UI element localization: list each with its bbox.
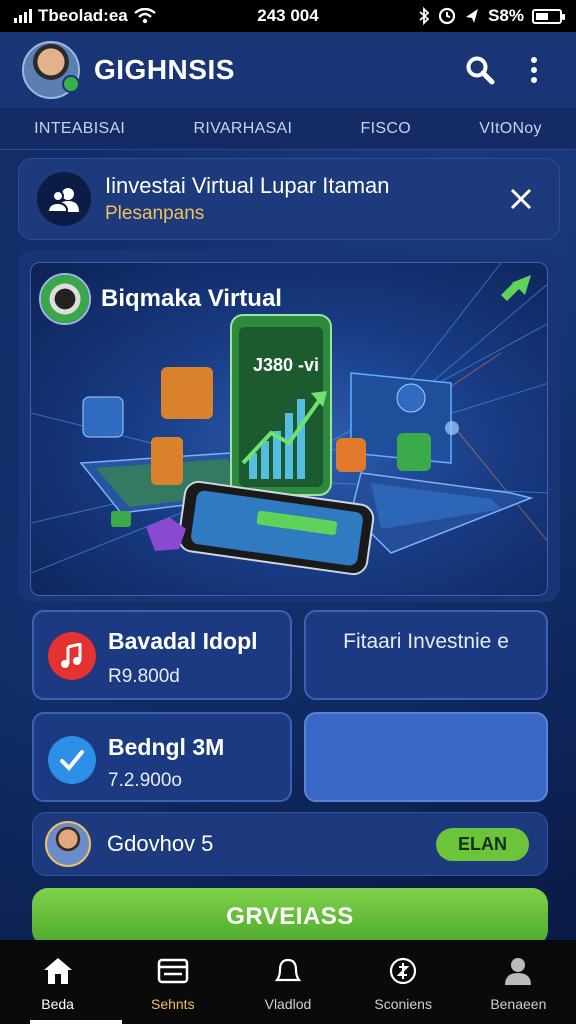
tab-rivarhasai[interactable]: RIVARHASAI: [194, 120, 293, 138]
search-icon: [466, 56, 495, 85]
profile-avatar: [45, 821, 91, 867]
bottom-nav: Beda Sehnts Vladlod Sconiens Benaeen: [0, 940, 576, 1024]
home-icon: [40, 954, 76, 988]
battery-icon: [532, 8, 565, 24]
stat-card-fitaari[interactable]: Fitaari Investnie e: [304, 610, 548, 700]
search-button[interactable]: [460, 50, 500, 90]
card-title: Bedngl 3M: [108, 734, 225, 760]
notice-text: Iinvestai Virtual Lupar Itaman Plesanpan…: [105, 173, 501, 225]
more-menu-button[interactable]: [514, 50, 554, 90]
nav-item-vladlod[interactable]: Vladlod: [233, 954, 343, 1012]
close-button[interactable]: [501, 179, 541, 219]
nav-item-benaeen[interactable]: Benaeen: [463, 954, 573, 1012]
hero-logo-icon: [39, 273, 91, 325]
hero-title: Biqmaka Virtual: [101, 285, 282, 312]
nav-item-sehnts[interactable]: Sehnts: [118, 954, 228, 1012]
nav-label: Beda: [41, 996, 74, 1012]
stat-card-empty[interactable]: [304, 712, 548, 802]
close-icon: [510, 188, 532, 210]
tab-vitonoy[interactable]: VItONoy: [479, 120, 542, 138]
card-icon: [155, 954, 191, 988]
more-vertical-icon: [531, 57, 537, 83]
wifi-icon: [134, 8, 156, 24]
status-right: S8%: [362, 6, 565, 26]
hero-illustration[interactable]: J380 -vi Biqmaka Virtual: [30, 262, 548, 596]
stat-card-bavadal[interactable]: Bavadal Idopl R9.800d: [32, 610, 292, 700]
phone-value: J380 -vi: [253, 355, 319, 375]
tab-bar: INTEABISAI RIVARHASAI FISCO VItONoy: [0, 108, 576, 150]
profile-name: Gdovhov 5: [107, 831, 214, 856]
app-header: GIGHNSIS: [0, 32, 576, 108]
notice-banner: Iinvestai Virtual Lupar Itaman Plesanpan…: [18, 158, 560, 240]
status-left: Tbeolad:ea: [14, 6, 214, 26]
nav-item-sconiens[interactable]: Sconiens: [348, 954, 458, 1012]
hero-panel: J380 -vi Biqmaka Virtual: [18, 250, 560, 602]
profile-row[interactable]: Gdovhov 5 ELAN: [32, 812, 548, 876]
notice-subtitle: Plesanpans: [105, 203, 205, 224]
status-bar: Tbeolad:ea 243 004 S8%: [0, 0, 576, 32]
nav-label: Benaeen: [490, 996, 547, 1012]
primary-cta-button[interactable]: GRVEIASS: [32, 888, 548, 946]
battery-percent: S8%: [488, 6, 524, 25]
user-avatar[interactable]: [22, 41, 80, 99]
location-icon: [466, 9, 479, 23]
card-title: Fitaari Investnie e: [343, 630, 509, 653]
nav-label: Sconiens: [374, 996, 432, 1012]
home-indicator: [30, 1020, 122, 1024]
nav-label: Sehnts: [150, 996, 195, 1012]
online-badge: [62, 75, 80, 93]
app-title: GIGHNSIS: [94, 54, 235, 85]
notice-title: Iinvestai Virtual Lupar Itaman: [105, 173, 390, 198]
card-value: R9.800d: [108, 666, 180, 687]
card-title: Bavadal Idopl: [108, 628, 258, 654]
group-icon: [37, 172, 91, 226]
hero-header: Biqmaka Virtual: [39, 273, 282, 325]
settings-icon: [385, 954, 421, 988]
alarm-icon: [438, 7, 456, 25]
plan-button[interactable]: ELAN: [436, 827, 529, 861]
bluetooth-icon: [419, 7, 430, 25]
nav-item-home[interactable]: Beda: [3, 954, 113, 1012]
profile-icon: [500, 954, 536, 988]
tab-inteabisai[interactable]: INTEABISAI: [34, 120, 125, 138]
bell-icon: [270, 954, 306, 988]
card-value: 7.2.900o: [108, 770, 182, 791]
status-time: 243 004: [257, 6, 319, 25]
music-icon: [48, 632, 96, 680]
check-icon: [48, 736, 96, 784]
nav-label: Vladlod: [264, 996, 312, 1012]
carrier-label: Tbeolad:ea: [38, 6, 128, 25]
tab-fisco[interactable]: FISCO: [361, 120, 411, 138]
stat-card-bedngl[interactable]: Bedngl 3M 7.2.900o: [32, 712, 292, 802]
signal-icon: [14, 9, 32, 23]
